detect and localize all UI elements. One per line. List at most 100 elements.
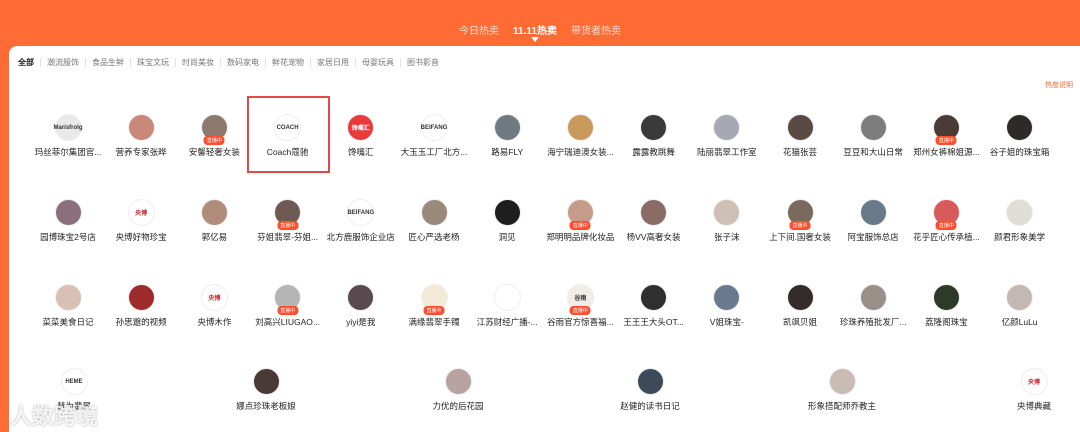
live-badge: 直播中 (277, 221, 299, 230)
live-badge: 直播中 (277, 306, 299, 315)
influencer-item[interactable]: 赵健的读书日记 (613, 368, 687, 412)
avatar (420, 199, 448, 226)
influencer-item[interactable]: Marisfrolg 玛丝菲尔集团官... (31, 114, 105, 158)
tab-1111[interactable]: 11.11热卖 (513, 22, 557, 42)
influencer-name: 路易FLY (491, 147, 524, 157)
influencer-item[interactable]: 张子沫 (690, 199, 764, 243)
influencer-name: V姐珠宝- (709, 317, 744, 327)
influencer-name: 珍珠养殖批发厂... (839, 317, 907, 327)
avatar-logo: 央博 (208, 296, 221, 302)
influencer-item[interactable]: 花猫张芸 (763, 114, 837, 158)
influencer-item[interactable]: 匠心严选老杨 (397, 199, 471, 243)
avatar (828, 368, 856, 395)
influencer-item[interactable]: 直播中 郑州女裤棉姐源... (909, 114, 983, 158)
live-badge: 直播中 (569, 306, 591, 315)
avatar (127, 114, 155, 141)
influencer-item[interactable]: 王王王大头OT... (617, 284, 691, 328)
live-badge: 直播中 (203, 136, 225, 145)
influencer-item[interactable]: 形象搭配师乔教主 (805, 368, 879, 412)
influencer-item[interactable]: 央博 央博好物珍宝 (104, 199, 178, 243)
avatar (347, 284, 375, 311)
influencer-item[interactable]: 豆豆和大山日常 (836, 114, 910, 158)
influencer-item[interactable]: 海宁瑞迪澳女装... (543, 114, 617, 158)
avatar (713, 284, 741, 311)
influencer-name: 郭亿易 (201, 232, 228, 242)
influencer-name: 娜点珍珠老板娘 (236, 401, 296, 411)
avatar (640, 284, 668, 311)
influencer-item[interactable]: 直播中 上下间.国奢女装 (763, 199, 837, 243)
influencer-item[interactable]: 谷子姐的珠宝箱 (983, 114, 1057, 158)
influencer-item[interactable]: 直播中郑明明品牌化妆品 (543, 199, 617, 243)
influencer-item[interactable]: 杨VV高奢女装 (617, 199, 691, 243)
influencer-item[interactable]: V姐珠宝- (690, 284, 764, 328)
avatar (786, 284, 814, 311)
influencer-name: 央博典藏 (1016, 401, 1051, 411)
avatar: 谷雨 直播中 (566, 284, 594, 315)
avatar: BEIFANG (347, 199, 375, 226)
influencer-name: 凯飒贝姐 (782, 317, 817, 327)
tab-today[interactable]: 今日热卖 (459, 22, 499, 37)
influencer-name: 形象搭配师乔教主 (807, 401, 876, 411)
avatar: BEIFANG (420, 114, 448, 141)
influencer-item[interactable]: 路易FLY (470, 114, 544, 158)
influencer-item[interactable]: 孙思邈的视频 (104, 284, 178, 328)
influencer-name: 花乎匠心传承植... (913, 232, 980, 242)
influencer-item[interactable]: 娜点珍珠老板娘 (229, 368, 303, 412)
avatar (859, 199, 887, 226)
avatar (859, 284, 887, 311)
influencer-name: 郑明明品牌化妆品 (546, 232, 615, 242)
avatar (640, 199, 668, 226)
influencer-name: 江苏财经广播-... (476, 317, 538, 327)
avatar (200, 199, 228, 226)
influencer-item[interactable]: BEIFANG 北方鹿服饰企业店 (324, 199, 398, 243)
influencer-item[interactable]: 凯飒贝姐 (763, 284, 837, 328)
avatar: 直播中 (566, 199, 594, 230)
avatar: HEME (60, 368, 88, 395)
influencer-item[interactable]: 荔隆阁珠宝 (909, 284, 983, 328)
influencer-name: 刘高兴LIUGAO... (255, 317, 320, 327)
influencer-name: 豆豆和大山日常 (843, 147, 903, 157)
influencer-item[interactable]: 洞见 (470, 199, 544, 243)
avatar: Marisfrolg (54, 114, 83, 141)
avatar (493, 199, 521, 226)
influencer-item[interactable]: 珍珠养殖批发厂... (836, 284, 910, 328)
influencer-item[interactable]: 亿颜LuLu (983, 284, 1057, 328)
influencer-item[interactable]: 露露教跳舞 (617, 114, 691, 158)
influencer-name: 阿宝服饰总店 (847, 232, 899, 242)
influencer-item[interactable]: 央博 央博典藏 (997, 368, 1071, 412)
influencer-item[interactable]: 谷雨 直播中 谷雨官方惊喜福... (543, 284, 617, 328)
avatar: 直播中 (274, 199, 302, 230)
avatar (1006, 114, 1034, 141)
influencer-item[interactable]: 直播中芬姐翡翠-芬姐... (251, 199, 325, 243)
influencer-item[interactable]: 陆丽翡翠工作室 (690, 114, 764, 158)
influencer-name: 营养专家张晔 (115, 147, 167, 157)
avatar: 直播中 (274, 284, 302, 315)
influencer-name: 陆丽翡翠工作室 (697, 147, 757, 157)
influencer-item[interactable]: 园博珠宝2号店 (31, 199, 105, 243)
avatar-logo: BEIFANG (420, 124, 448, 131)
influencer-name: 安馨轻奢女装 (188, 147, 240, 157)
influencer-item[interactable]: 直播中 满缘翡翠手镯 (397, 284, 471, 328)
influencer-name: 颜君形象美学 (994, 232, 1046, 242)
influencer-item[interactable]: 力优的后花园 (421, 368, 495, 412)
influencer-item[interactable]: 馋嘴汇 馋嘴汇 (324, 114, 398, 158)
influencer-item[interactable]: 直播中 安馨轻奢女装 (177, 114, 251, 158)
influencer-item[interactable]: 颜君形象美学 (983, 199, 1057, 243)
influencer-name: 芬姐翡翠-芬姐... (257, 232, 319, 242)
tab-influencer[interactable]: 带货者热卖 (571, 22, 621, 37)
influencer-item[interactable]: 阿宝服饰总店 (836, 199, 910, 243)
influencer-item[interactable]: 直播中刘高兴LIUGAO... (251, 284, 325, 328)
influencer-item[interactable]: 江苏财经广播-... (470, 284, 544, 328)
influencer-item[interactable]: 营养专家张晔 (104, 114, 178, 158)
influencer-item[interactable]: yiyi是我 (324, 284, 398, 328)
avatar (252, 368, 280, 395)
influencer-item[interactable]: 郭亿易 (177, 199, 251, 243)
avatar (54, 199, 82, 226)
influencer-item[interactable]: 菜菜美食日记 (31, 284, 105, 328)
live-badge: 直播中 (423, 306, 445, 315)
avatar (493, 284, 521, 311)
influencer-item[interactable]: 直播中 花乎匠心传承植... (909, 199, 983, 243)
influencer-item[interactable]: BEIFANG 大玉玉工厂北方... (397, 114, 471, 158)
avatar-logo: 央博 (1027, 380, 1040, 386)
influencer-item[interactable]: 央博 央博木作 (177, 284, 251, 328)
